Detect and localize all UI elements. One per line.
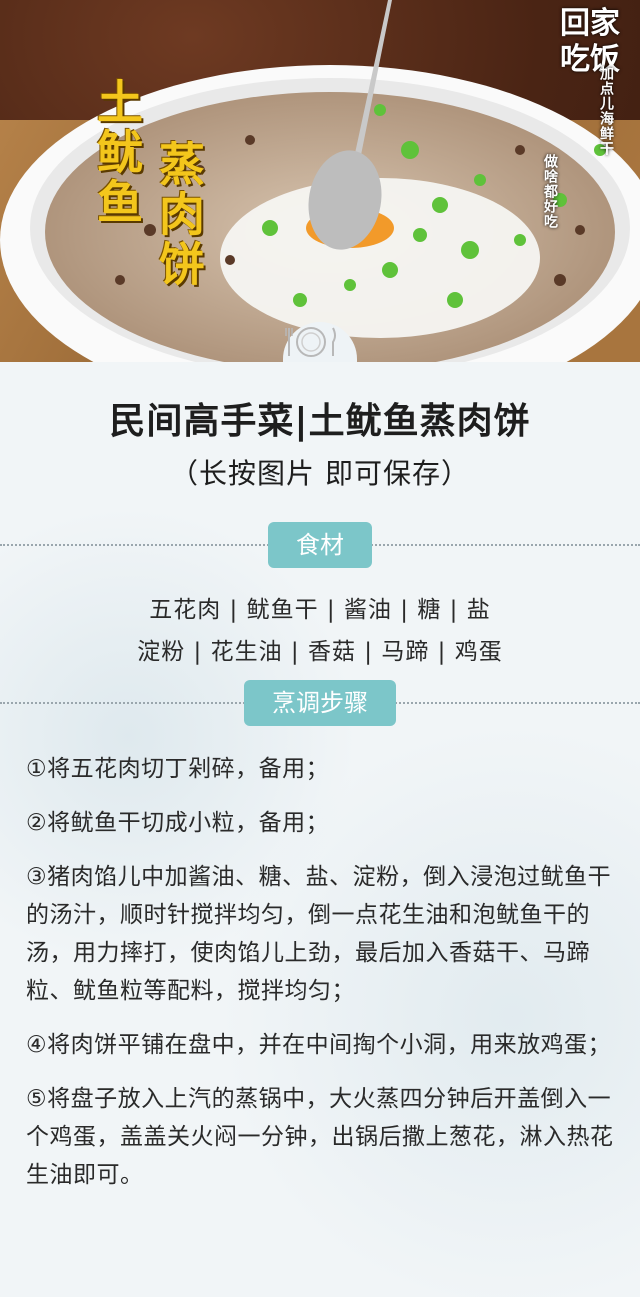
page-title: 民间高手菜|土鱿鱼蒸肉饼 <box>109 401 531 442</box>
steps-list: ①将五花肉切丁剁碎，备用； ②将鱿鱼干切成小粒，备用； ③猪肉馅儿中加酱油、糖、… <box>26 750 616 1210</box>
ingredients-line-1: 五花肉 | 鱿鱼干 | 酱油 | 糖 | 盐 <box>149 597 491 623</box>
page-subtitle: （长按图片 即可保存） <box>170 457 470 490</box>
hero-title-line1: 土鱿鱼 <box>90 78 144 228</box>
step-item: ④将肉饼平铺在盘中，并在中间掏个小洞，用来放鸡蛋； <box>26 1032 612 1058</box>
hero-photo: 土鱿鱼 蒸肉饼 回家吃饭 加点儿海鲜干 做啥都好吃 <box>0 0 640 362</box>
steps-heading: 烹调步骤 <box>244 680 396 726</box>
step-item: ③猪肉馅儿中加酱油、糖、盐、淀粉，倒入浸泡过鱿鱼干的汤汁，顺时针搅拌均匀，倒一点… <box>26 864 612 1004</box>
ingredients-line-2: 淀粉 | 花生油 | 香菇 | 马蹄 | 鸡蛋 <box>137 639 503 665</box>
brand-slogan-1: 加点儿海鲜干 <box>598 66 614 156</box>
recipe-card: 民间高手菜|土鱿鱼蒸肉饼 （长按图片 即可保存） 食材 五花肉 | 鱿鱼干 | … <box>0 362 640 1297</box>
ingredients-section-header: 食材 <box>0 522 640 568</box>
step-item: ②将鱿鱼干切成小粒，备用； <box>26 810 330 836</box>
ingredients-heading: 食材 <box>268 522 372 568</box>
steps-section-header: 烹调步骤 <box>0 680 640 726</box>
step-item: ①将五花肉切丁剁碎，备用； <box>26 756 330 782</box>
step-item: ⑤将盘子放入上汽的蒸锅中，大火蒸四分钟后开盖倒入一个鸡蛋，盖盖关火闷一分钟，出锅… <box>26 1086 614 1188</box>
brand-slogan-2: 做啥都好吃 <box>542 154 558 229</box>
hero-title-line2: 蒸肉饼 <box>152 140 206 290</box>
brand-logo: 回家吃饭 <box>560 6 620 77</box>
